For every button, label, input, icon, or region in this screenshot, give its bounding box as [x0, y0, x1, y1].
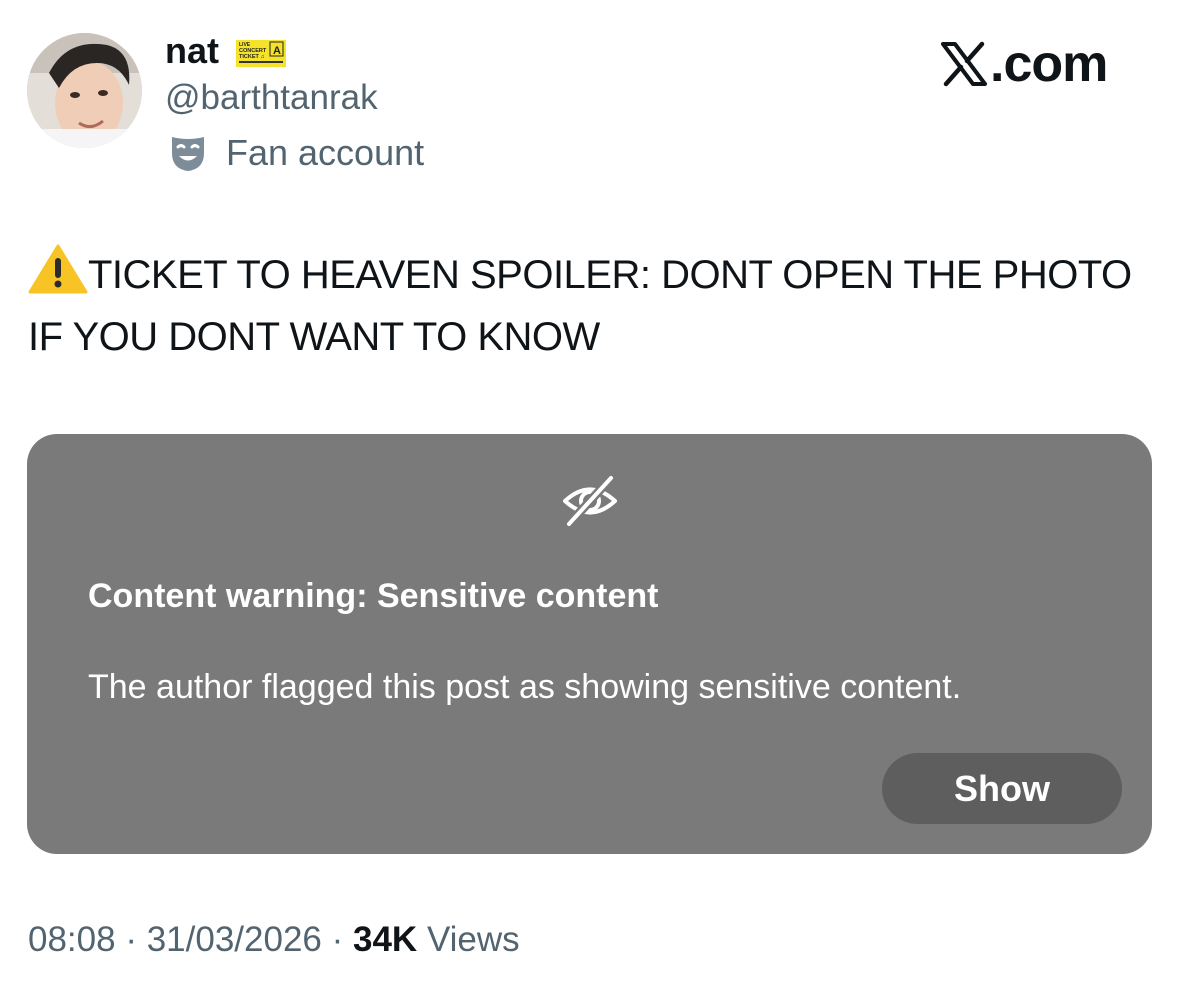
avatar-photo — [27, 33, 142, 148]
x-logo-icon — [941, 41, 987, 87]
display-name[interactable]: nat — [165, 31, 219, 71]
meta-separator: · — [115, 920, 147, 959]
content-warning-body: The author flagged this post as showing … — [88, 668, 962, 706]
content-warning-title: Content warning: Sensitive content — [88, 577, 659, 615]
views-count: 34K — [352, 920, 418, 959]
show-button[interactable]: Show — [882, 753, 1122, 824]
avatar[interactable] — [27, 33, 142, 148]
author-handle[interactable]: @barthtanrak — [165, 78, 378, 118]
post-text-content: TICKET TO HEAVEN SPOILER: DONT OPEN THE … — [28, 253, 1132, 359]
account-label: Fan account — [168, 131, 424, 175]
post-meta: 08:08 · 31/03/2026 · 34K Views — [28, 920, 520, 960]
theater-mask-icon — [172, 137, 204, 171]
site-domain: .com — [990, 35, 1108, 93]
svg-text:A: A — [273, 45, 281, 57]
svg-text:TICKET ♫: TICKET ♫ — [239, 54, 265, 60]
sensitive-media-card[interactable]: Content warning: Sensitive content The a… — [27, 434, 1152, 854]
views-label: Views — [426, 920, 520, 959]
warning-icon — [28, 244, 88, 294]
post-time[interactable]: 08:08 — [28, 920, 116, 960]
meta-separator: · — [321, 920, 353, 959]
post-date[interactable]: 31/03/2026 — [147, 920, 322, 960]
eye-slash-icon — [563, 474, 617, 528]
concert-ticket-badge-icon: LIVE CONCERT TICKET ♫ A — [236, 40, 286, 67]
account-label-text: Fan account — [226, 132, 425, 173]
views-label-gap — [417, 920, 427, 960]
site-brand: .com — [940, 34, 1108, 94]
post-text: TICKET TO HEAVEN SPOILER: DONT OPEN THE … — [28, 244, 1148, 368]
